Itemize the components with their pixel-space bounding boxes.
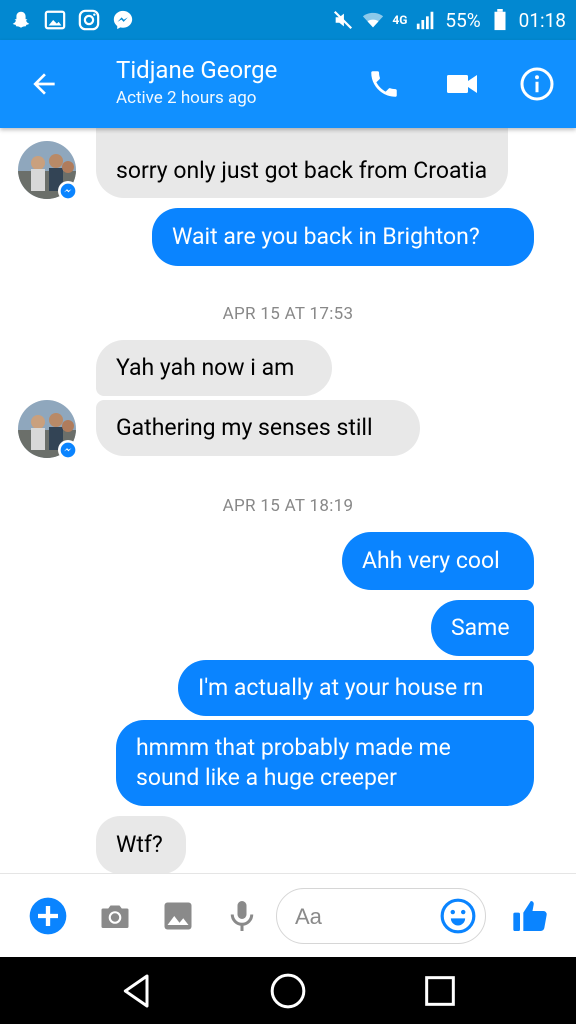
emoji-icon[interactable]: [439, 897, 477, 935]
camera-icon[interactable]: [95, 896, 135, 936]
timestamp: APR 15 AT 18:19: [222, 496, 354, 516]
home-nav-icon[interactable]: [266, 969, 310, 1013]
microphone-icon[interactable]: [222, 896, 262, 936]
snapchat-icon: [10, 9, 32, 31]
battery-icon: [489, 9, 511, 31]
message-outgoing[interactable]: Same: [431, 600, 534, 656]
message-outgoing[interactable]: Ahh very cool: [342, 532, 534, 590]
network-label: 4G: [392, 13, 408, 27]
avatar[interactable]: [18, 400, 78, 460]
back-nav-icon[interactable]: [115, 969, 159, 1013]
thumbs-up-icon[interactable]: [510, 896, 550, 936]
info-icon[interactable]: [517, 64, 557, 104]
video-camera-icon[interactable]: [442, 64, 482, 104]
messenger-badge-icon: [58, 440, 78, 460]
system-nav-bar: [0, 957, 576, 1024]
wifi-icon: [362, 9, 384, 31]
message-thread[interactable]: sorry only just got back from Croatia Wa…: [0, 128, 576, 873]
avatar[interactable]: [18, 141, 78, 201]
status-bar: 4G 55% 01:18: [0, 0, 576, 40]
conversation-header: Tidjane George Active 2 hours ago: [0, 40, 576, 128]
message-incoming[interactable]: Wtf?: [96, 816, 186, 873]
mute-icon: [332, 9, 354, 31]
message-incoming[interactable]: Gathering my senses still: [96, 400, 420, 456]
gallery-icon: [44, 9, 66, 31]
instagram-icon: [78, 9, 100, 31]
messenger-icon: [112, 9, 134, 31]
messenger-badge-icon: [58, 181, 78, 201]
message-input-container[interactable]: [276, 888, 486, 944]
recents-nav-icon[interactable]: [418, 969, 462, 1013]
message-outgoing[interactable]: hmmm that probably made me sound like a …: [116, 720, 534, 806]
battery-percent: 55%: [445, 8, 481, 32]
image-icon[interactable]: [158, 896, 198, 936]
message-incoming[interactable]: Yah yah now i am: [96, 340, 332, 396]
clock: 01:18: [518, 8, 566, 32]
contact-name: Tidjane George: [116, 56, 278, 84]
contact-info[interactable]: Tidjane George Active 2 hours ago: [116, 54, 277, 110]
timestamp: APR 15 AT 17:53: [222, 304, 354, 324]
message-outgoing[interactable]: Wait are you back in Brighton?: [152, 208, 534, 266]
composer-bar: [0, 873, 576, 957]
signal-icon: [415, 9, 437, 31]
message-incoming[interactable]: sorry only just got back from Croatia: [96, 128, 508, 198]
message-input[interactable]: [295, 901, 435, 933]
active-status: Active 2 hours ago: [116, 88, 257, 108]
plus-icon[interactable]: [28, 896, 68, 936]
message-outgoing[interactable]: I'm actually at your house rn: [178, 660, 534, 716]
back-arrow-icon[interactable]: [28, 68, 60, 100]
phone-icon[interactable]: [364, 64, 404, 104]
